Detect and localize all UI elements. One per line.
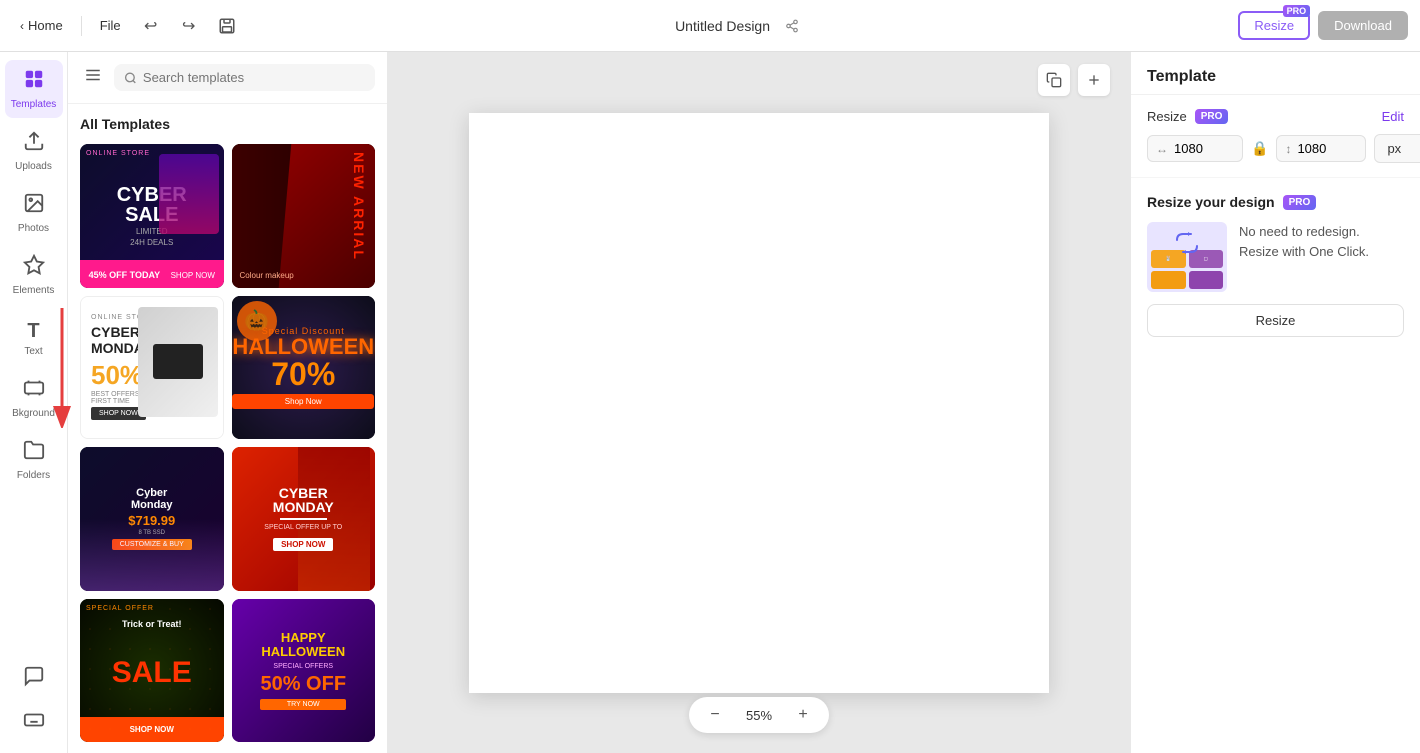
search-icon [124, 71, 137, 85]
height-input[interactable] [1297, 141, 1357, 156]
templates-label: Templates [11, 99, 57, 110]
text-icon: T [27, 320, 39, 343]
canvas[interactable] [469, 113, 1049, 693]
resize-label: Resize [1147, 109, 1187, 124]
uploads-icon [23, 130, 45, 158]
search-input[interactable] [143, 70, 365, 85]
icon-sidebar: Templates Uploads Photos [0, 52, 68, 753]
topbar: ‹ Home File ↩ ↪ Untitled Design Resize [0, 0, 1420, 52]
folders-label: Folders [17, 470, 50, 481]
pro-badge: PRO [1283, 5, 1311, 17]
canvas-controls-top [1038, 64, 1110, 96]
ryd-text: No need to redesign. Resize with One Cli… [1239, 222, 1369, 261]
uploads-label: Uploads [15, 161, 52, 172]
search-box[interactable] [114, 64, 375, 91]
lock-icon[interactable]: 🔒 [1251, 140, 1268, 157]
photos-label: Photos [18, 223, 49, 234]
height-icon: ↕ [1285, 142, 1291, 156]
ryd-title: Resize your design [1147, 194, 1275, 210]
sidebar-item-templates[interactable]: Templates [5, 60, 63, 118]
resize-your-design-section: Resize your design PRO [1131, 178, 1420, 353]
topbar-center: Untitled Design [251, 12, 1231, 40]
panel-header [68, 52, 387, 104]
right-panel: Template Resize PRO Edit ↔ 🔒 ↕ [1130, 52, 1420, 753]
text-label: Text [24, 346, 42, 357]
edit-link[interactable]: Edit [1382, 109, 1404, 124]
menu-button[interactable] [80, 62, 106, 93]
sidebar-item-background[interactable]: Bkground [5, 369, 63, 427]
template-card-cyber-sale[interactable]: ONLINE STORE CYBER SALE LIMITED 24H DEAL… [80, 144, 224, 288]
elements-label: Elements [13, 285, 55, 296]
height-input-wrap: ↕ [1276, 135, 1366, 162]
resize-row: Resize PRO Edit [1147, 109, 1404, 124]
template-card-halloween-70[interactable]: Special Discount HALLOWEEN 70% Shop Now … [232, 296, 376, 440]
template-card-cyber-monday-red[interactable]: CYBERMONDAY SPECIAL OFFER UP TO SHOP NOW [232, 447, 376, 591]
background-label: Bkground [12, 408, 55, 419]
template-card-happy-halloween[interactable]: HAPPYHALLOWEEN SPECIAL OFFERS 50% OFF TR… [232, 599, 376, 743]
sidebar-item-elements[interactable]: Elements [5, 246, 63, 304]
background-icon [23, 377, 45, 405]
resize-button[interactable]: Resize PRO [1238, 11, 1310, 40]
sidebar-item-uploads[interactable]: Uploads [5, 122, 63, 180]
ryd-preview: 🐰 ◻ [1147, 222, 1227, 292]
design-title[interactable]: Untitled Design [675, 18, 770, 34]
divider [81, 16, 82, 36]
template-card-cyber-monday-white[interactable]: ONLINE STORE CYBERMONDAY 50% BEST OFFERS… [80, 296, 224, 440]
bottom-icons [5, 657, 63, 753]
zoom-controls: − 55% + [689, 697, 829, 733]
templates-panel: All Templates ONLINE STORE CYBER SALE LI… [68, 52, 388, 753]
template-grid: ONLINE STORE CYBER SALE LIMITED 24H DEAL… [80, 144, 375, 742]
share-button[interactable] [778, 12, 806, 40]
resize-label: Resize [1254, 18, 1294, 33]
ryd-desc-2: Resize with One Click. [1239, 242, 1369, 262]
resize-action-button[interactable]: Resize [1147, 304, 1404, 337]
topbar-left: ‹ Home File ↩ ↪ [12, 10, 243, 42]
width-input-wrap: ↔ [1147, 135, 1243, 162]
sidebar-item-keyboard[interactable] [5, 701, 63, 745]
sidebar-item-text[interactable]: T Text [5, 312, 63, 365]
unit-select[interactable]: px in cm mm [1374, 134, 1420, 163]
photos-icon [23, 192, 45, 220]
templates-icon [23, 68, 45, 96]
redo-button[interactable]: ↪ [173, 10, 205, 42]
resize-section: Resize PRO Edit ↔ 🔒 ↕ px in cm [1131, 95, 1420, 178]
ryd-pro-badge: PRO [1283, 195, 1317, 210]
keyboard-icon [23, 709, 45, 737]
ryd-desc-1: No need to redesign. [1239, 222, 1369, 242]
template-card-new-arrival[interactable]: NEW ARRIAL Colour makeup [232, 144, 376, 288]
home-label: Home [28, 18, 63, 33]
width-icon: ↔ [1156, 142, 1168, 156]
zoom-in-button[interactable]: + [791, 703, 815, 727]
section-title: All Templates [80, 116, 375, 132]
file-menu-button[interactable]: File [92, 14, 129, 37]
zoom-level[interactable]: 55% [739, 708, 779, 723]
dimensions-row: ↔ 🔒 ↕ px in cm mm [1147, 134, 1404, 163]
width-input[interactable] [1174, 141, 1234, 156]
elements-icon [23, 254, 45, 282]
zoom-out-button[interactable]: − [703, 703, 727, 727]
sidebar-item-photos[interactable]: Photos [5, 184, 63, 242]
main-layout: Templates Uploads Photos [0, 52, 1420, 753]
chevron-left-icon: ‹ [20, 19, 24, 33]
add-page-button[interactable] [1078, 64, 1110, 96]
download-button[interactable]: Download [1318, 11, 1408, 40]
home-button[interactable]: ‹ Home [12, 14, 71, 37]
folders-icon [23, 439, 45, 467]
sidebar-item-chat[interactable] [5, 657, 63, 701]
ryd-title-row: Resize your design PRO [1147, 194, 1404, 210]
save-button[interactable] [211, 10, 243, 42]
right-panel-title: Template [1147, 68, 1216, 85]
duplicate-button[interactable] [1038, 64, 1070, 96]
right-panel-header: Template [1131, 52, 1420, 95]
sidebar-item-folders[interactable]: Folders [5, 431, 63, 489]
topbar-right: Resize PRO Download [1238, 11, 1408, 40]
templates-scroll: All Templates ONLINE STORE CYBER SALE LI… [68, 104, 387, 753]
pro-badge: PRO [1195, 109, 1229, 124]
ryd-content: 🐰 ◻ No need to redesign. Resize with One… [1147, 222, 1404, 292]
chat-icon [23, 665, 45, 693]
undo-button[interactable]: ↩ [135, 10, 167, 42]
template-card-cyber-monday-dark[interactable]: CyberMonday $719.99 8 TB SSD CUSTOMIZE &… [80, 447, 224, 591]
template-card-trick-or-treat[interactable]: SPECIAL OFFER Trick or Treat! SALE SHOP … [80, 599, 224, 743]
canvas-area: − 55% + [388, 52, 1130, 753]
